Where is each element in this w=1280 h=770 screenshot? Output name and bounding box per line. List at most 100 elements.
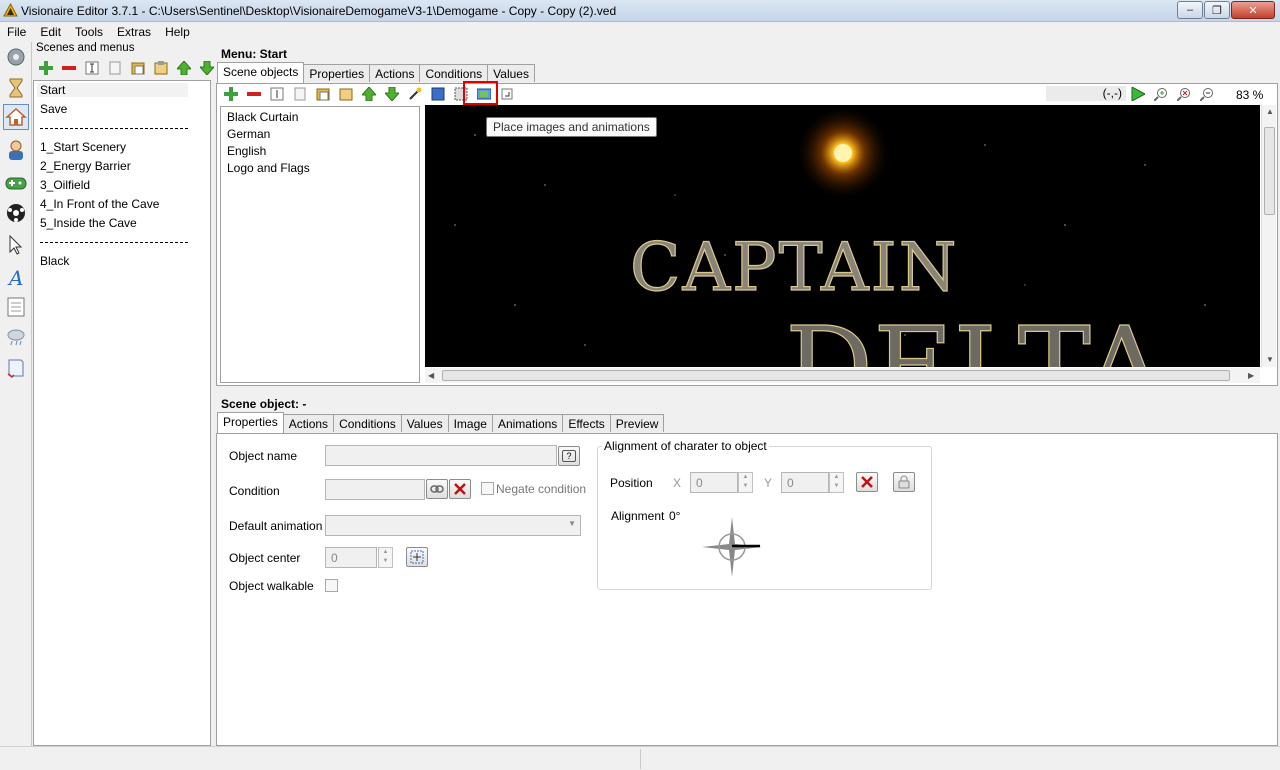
- tab-scene-objects[interactable]: Scene objects: [217, 62, 305, 83]
- copy-icon[interactable]: [103, 58, 126, 78]
- canvas-vertical-scrollbar[interactable]: ▲ ▼: [1261, 105, 1276, 367]
- play-icon[interactable]: [1126, 84, 1149, 104]
- character-icon[interactable]: [3, 137, 29, 163]
- move-down-icon[interactable]: [195, 58, 218, 78]
- negate-condition-checkbox[interactable]: [481, 482, 494, 495]
- move-up-icon[interactable]: [172, 58, 195, 78]
- tab-conditions[interactable]: Conditions: [333, 414, 402, 432]
- lock-icon: [898, 475, 910, 489]
- scroll-up-icon[interactable]: ▲: [1266, 107, 1274, 116]
- tab-animations[interactable]: Animations: [491, 414, 564, 432]
- pick-center-button[interactable]: [406, 547, 428, 567]
- default-animation-select[interactable]: ▼: [325, 515, 581, 536]
- remove-icon[interactable]: [57, 58, 80, 78]
- script-icon[interactable]: [3, 355, 29, 381]
- rename-icon[interactable]: [265, 84, 288, 104]
- paste-icon[interactable]: [126, 58, 149, 78]
- clipboard-icon[interactable]: [149, 58, 172, 78]
- condition-field[interactable]: [325, 479, 425, 500]
- home-scenes-icon[interactable]: [3, 104, 29, 130]
- delete-icon: [454, 483, 466, 495]
- return-icon[interactable]: [495, 84, 518, 104]
- zoom-in-icon[interactable]: [1149, 84, 1172, 104]
- position-x-input[interactable]: 0: [690, 472, 738, 493]
- list-item[interactable]: Logo and Flags: [227, 161, 310, 175]
- scene-item-start[interactable]: Start: [37, 83, 188, 97]
- scene-item-oilfield[interactable]: 3_Oilfield: [40, 178, 90, 192]
- scene-item-black[interactable]: Black: [40, 254, 69, 268]
- scene-canvas[interactable]: CAPTAIN DELTA: [425, 105, 1260, 367]
- copy-icon[interactable]: [288, 84, 311, 104]
- tab-actions[interactable]: Actions: [369, 64, 421, 82]
- zoom-toolbar: [1126, 84, 1218, 104]
- scroll-right-icon[interactable]: ▶: [1248, 371, 1254, 380]
- object-walkable-checkbox[interactable]: [325, 579, 338, 592]
- gamepad-icon[interactable]: [3, 170, 29, 196]
- menu-help[interactable]: Help: [158, 22, 197, 42]
- tab-properties[interactable]: Properties: [217, 412, 284, 433]
- paste-icon[interactable]: [311, 84, 334, 104]
- tab-values[interactable]: Values: [487, 64, 535, 82]
- add-icon[interactable]: [219, 84, 242, 104]
- menu-edit[interactable]: Edit: [33, 22, 68, 42]
- clipboard-icon[interactable]: [334, 84, 357, 104]
- scene-item-energy-barrier[interactable]: 2_Energy Barrier: [40, 159, 131, 173]
- tab-values[interactable]: Values: [400, 414, 449, 432]
- help-button[interactable]: ?: [558, 446, 580, 466]
- list-item[interactable]: English: [227, 144, 266, 158]
- object-center-input[interactable]: 0: [325, 547, 377, 568]
- hourglass-icon[interactable]: [3, 75, 29, 101]
- object-center-label: Object center: [229, 551, 301, 565]
- rename-icon[interactable]: [80, 58, 103, 78]
- alignment-compass-icon[interactable]: [701, 516, 763, 578]
- minimize-button[interactable]: –: [1177, 1, 1203, 19]
- maximize-button[interactable]: ❐: [1204, 1, 1230, 19]
- object-name-field[interactable]: [325, 445, 557, 466]
- tab-preview[interactable]: Preview: [609, 414, 665, 432]
- zoom-out-icon[interactable]: [1195, 84, 1218, 104]
- position-y-input[interactable]: 0: [781, 472, 829, 493]
- add-icon[interactable]: [34, 58, 57, 78]
- scene-item-save[interactable]: Save: [40, 102, 67, 116]
- scene-item-in-front-of-cave[interactable]: 4_In Front of the Cave: [40, 197, 159, 211]
- scroll-thumb[interactable]: [1264, 127, 1275, 215]
- scene-item-start-scenery[interactable]: 1_Start Scenery: [40, 140, 126, 154]
- tab-properties[interactable]: Properties: [303, 64, 371, 82]
- object-center-stepper[interactable]: ▲ ▼: [378, 547, 393, 568]
- remove-icon[interactable]: [242, 84, 265, 104]
- scroll-down-icon[interactable]: ▼: [1266, 355, 1274, 364]
- canvas-horizontal-scrollbar[interactable]: ◀ ▶: [425, 368, 1260, 383]
- magic-wand-icon[interactable]: [403, 84, 426, 104]
- clear-condition-button[interactable]: [449, 479, 471, 499]
- move-up-icon[interactable]: [357, 84, 380, 104]
- pointer-icon[interactable]: [3, 232, 29, 258]
- move-down-icon[interactable]: [380, 84, 403, 104]
- scroll-left-icon[interactable]: ◀: [428, 371, 434, 380]
- title-bar: Visionaire Editor 3.7.1 - C:\Users\Senti…: [0, 0, 1280, 22]
- settings-icon[interactable]: [3, 44, 29, 70]
- select-area-icon[interactable]: [426, 84, 449, 104]
- list-item[interactable]: German: [227, 127, 270, 141]
- position-x-stepper[interactable]: ▲ ▼: [738, 472, 753, 493]
- ball-icon[interactable]: [3, 200, 29, 226]
- text-icon[interactable]: [3, 294, 29, 320]
- zoom-reset-icon[interactable]: [1172, 84, 1195, 104]
- clear-position-button[interactable]: [856, 472, 878, 492]
- close-button[interactable]: ✕: [1231, 1, 1275, 19]
- weather-icon[interactable]: [3, 323, 29, 349]
- menu-tools[interactable]: Tools: [68, 22, 110, 42]
- tab-actions[interactable]: Actions: [282, 414, 335, 432]
- tab-effects[interactable]: Effects: [562, 414, 611, 432]
- tab-image[interactable]: Image: [447, 414, 493, 432]
- pick-position-button[interactable]: [893, 472, 915, 492]
- scene-item-inside-cave[interactable]: 5_Inside the Cave: [40, 216, 137, 230]
- menu-extras[interactable]: Extras: [110, 22, 158, 42]
- tab-conditions[interactable]: Conditions: [419, 64, 489, 82]
- scenes-header: Scenes and menus: [36, 42, 135, 54]
- position-y-stepper[interactable]: ▲ ▼: [829, 472, 844, 493]
- list-item[interactable]: Black Curtain: [227, 110, 298, 124]
- menu-file[interactable]: File: [0, 22, 33, 42]
- link-condition-button[interactable]: [426, 479, 448, 499]
- scroll-thumb[interactable]: [442, 370, 1230, 381]
- font-icon[interactable]: A: [3, 264, 29, 290]
